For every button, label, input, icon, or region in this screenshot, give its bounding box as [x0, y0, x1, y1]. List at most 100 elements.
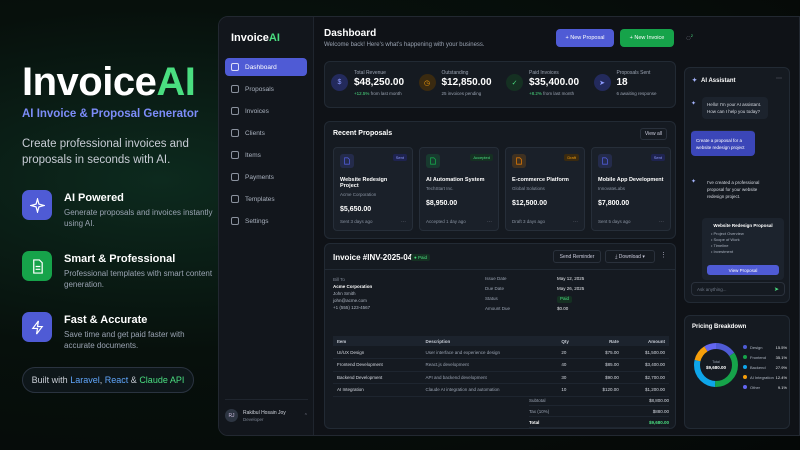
file-icon [231, 85, 239, 93]
table-row: UI/UX Design User interface and experienc… [333, 346, 669, 359]
user-profile[interactable]: RJ Rakibul Hosain Joy Developer ⌃ [225, 399, 308, 425]
new-proposal-button[interactable]: + New Proposal [556, 29, 614, 47]
view-proposal-button[interactable]: View Proposal [707, 265, 779, 275]
app-logo[interactable]: InvoiceAI [219, 17, 313, 44]
feature-title: Smart & Professional [64, 253, 176, 265]
sidebar: InvoiceAI Dashboard Proposals Invoices C… [219, 17, 314, 435]
feature-title: Fast & Accurate [64, 314, 148, 326]
send-reminder-button[interactable]: Send Reminder [553, 250, 601, 263]
pricing-legend: Design 15.5% Frontend 35.1% Backend 27.9% AI I… [743, 342, 787, 392]
ai-avatar-icon: ✦ [691, 179, 697, 185]
proposal-title: AI Automation System [426, 177, 485, 183]
legend-dot [743, 345, 747, 349]
invoice-icon [231, 107, 239, 115]
feature-desc: Professional templates with smart conten… [64, 269, 213, 289]
status-badge: ● Paid [411, 254, 430, 261]
proposal-date: Sent 5 days ago [598, 219, 631, 224]
assistant-input[interactable]: Ask anything... ➤ [691, 282, 785, 296]
donut-total-label: Total [712, 360, 720, 364]
table-header: Item Description Qty Rate Amount [333, 336, 669, 346]
legend-dot [743, 355, 747, 359]
proposal-card[interactable]: Sent Mobile App Development InnovateLabs $7… [591, 147, 671, 231]
sidebar-item-settings[interactable]: Settings [225, 212, 307, 230]
sidebar-item-dashboard[interactable]: Dashboard [225, 58, 307, 76]
stat-total-revenue: $ Total Revenue $48,250.00 +12.5% from las… [325, 62, 413, 107]
download-button[interactable]: ⤓ Download ▾ [605, 250, 655, 263]
legend-dot [743, 365, 747, 369]
more-icon[interactable]: ⋮ [660, 251, 667, 259]
proposal-client: Acme Corporation [340, 192, 377, 197]
invoice-items-table: Item Description Qty Rate Amount UI/UX Desig… [333, 336, 669, 397]
robot-icon [426, 154, 440, 168]
sparkle-icon [22, 190, 52, 220]
more-icon[interactable]: ⋯ [659, 219, 664, 225]
sidebar-item-items[interactable]: Items [225, 146, 307, 164]
more-icon[interactable]: ⋯ [487, 219, 492, 225]
proposal-date: Draft 3 days ago [512, 219, 546, 224]
stat-outstanding: ◷ Outstanding $12,850.00 25 invoices pendi… [413, 62, 501, 107]
recent-proposals-card: Recent Proposals View all Sent Website Re… [324, 121, 676, 239]
view-all-button[interactable]: View all [639, 128, 667, 140]
legend-item: Design 15.5% [743, 342, 787, 352]
user-name: Rakibul Hosain Joy [243, 409, 286, 416]
sidebar-item-clients[interactable]: Clients [225, 124, 307, 142]
check-icon: ✓ [506, 74, 523, 91]
divider [325, 269, 675, 270]
more-icon[interactable]: ⋯ [573, 219, 578, 225]
users-icon [231, 129, 239, 137]
table-row: Frontend Development React.js development… [333, 358, 669, 372]
box-icon [231, 151, 239, 159]
sidebar-item-templates[interactable]: Templates [225, 190, 307, 208]
legend-dot [743, 375, 747, 379]
stat-proposals-sent: ➤ Proposals Sent 18 6 awaiting response [588, 62, 676, 107]
proposal-card[interactable]: Draft E-commerce Platform Global Solutions… [505, 147, 585, 231]
invoice-meta: Issue Date May 12, 2025 Due Date May 26, 2… [485, 276, 585, 311]
feature-fast-accurate: Fast & Accurate Save time and get paid fa… [22, 312, 217, 351]
proposal-title: Website Redesign Project [340, 177, 388, 189]
feature-desc: Save time and get paid faster with accur… [64, 330, 185, 350]
feature-title: AI Powered [64, 192, 124, 204]
sidebar-item-payments[interactable]: Payments [225, 168, 307, 186]
proposal-card[interactable]: Sent Website Redesign Project Acme Corpora… [333, 147, 413, 231]
welcome-text: Welcome back! Here's what's happening wi… [324, 42, 485, 48]
sparkle-icon: ✦ [692, 78, 698, 84]
stats-card: $ Total Revenue $48,250.00 +12.5% from las… [324, 61, 676, 108]
user-role: Developer [243, 416, 264, 422]
more-icon[interactable]: ⋯ [776, 75, 782, 82]
legend-item: Backend 27.9% [743, 362, 787, 372]
proposal-amount: $8,950.00 [426, 200, 458, 207]
donut-total-value: $9,680.00 [706, 365, 727, 370]
hero-panel: InvoiceAI AI Invoice & Proposal Generato… [22, 60, 217, 351]
proposal-amount: $5,650.00 [340, 206, 372, 213]
legend-item: Frontend 35.1% [743, 352, 787, 362]
proposal-title: Mobile App Development [598, 177, 664, 183]
document-icon [340, 154, 354, 168]
document-icon [22, 251, 52, 281]
ai-message: I've created a professional proposal for… [707, 180, 760, 199]
proposal-card[interactable]: Accepted AI Automation System TechStart In… [419, 147, 499, 231]
ai-message: Hello! I'm your AI assistant. How can I … [702, 97, 768, 119]
sidebar-item-proposals[interactable]: Proposals [225, 80, 307, 98]
card-icon [231, 173, 239, 181]
sidebar-item-invoices[interactable]: Invoices [225, 102, 307, 120]
lightning-icon [22, 312, 52, 342]
new-invoice-button[interactable]: + New Invoice [620, 29, 674, 47]
bell-icon[interactable]: ◌2 [686, 33, 693, 43]
status-badge: Draft [564, 154, 579, 161]
proposal-client: TechStart Inc. [426, 186, 454, 191]
proposal-amount: $7,800.00 [598, 200, 630, 207]
chevron-down-icon: ▾ [642, 253, 645, 260]
brand-title: InvoiceAI [22, 60, 196, 104]
pricing-donut-chart: Total $9,680.00 [694, 343, 738, 387]
status-badge: Sent [650, 154, 665, 161]
section-title: Pricing Breakdown [692, 324, 747, 330]
send-icon[interactable]: ➤ [774, 286, 779, 293]
ai-avatar-icon: ✦ [691, 101, 697, 107]
status-badge: Sent [392, 154, 407, 161]
feature-desc: Generate proposals and invoices instantl… [64, 208, 213, 228]
section-title: Recent Proposals [333, 130, 393, 137]
more-icon[interactable]: ⋯ [401, 219, 406, 225]
dollar-icon: $ [331, 74, 348, 91]
proposal-client: InnovateLabs [598, 186, 626, 191]
proposal-title: E-commerce Platform [512, 177, 569, 183]
